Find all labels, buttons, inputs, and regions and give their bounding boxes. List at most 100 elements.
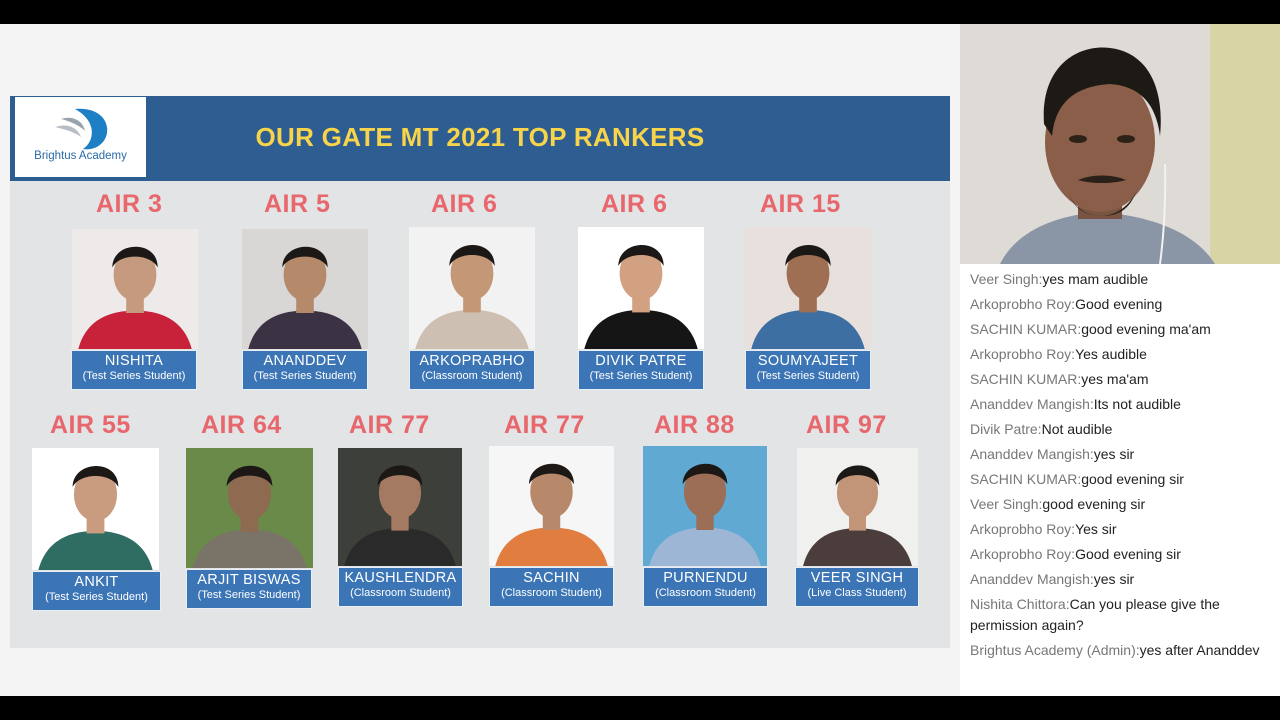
chat-username: Arkoprobho Roy: [970,346,1076,362]
student-photo [338,448,462,566]
chat-username: Brightus Academy (Admin): [970,642,1140,658]
chat-message: Ananddev Mangish:Its not audible [970,394,1270,415]
chat-message: Veer Singh:good evening sir [970,494,1270,515]
student-photo [745,227,871,349]
chat-message-list: Veer Singh:yes mam audible Arkoprobho Roy… [970,269,1270,661]
student-name-plate: SACHIN (Classroom Student) [489,567,614,607]
chat-text: Yes sir [1075,521,1117,537]
student-name-plate: ARJIT BISWAS (Test Series Student) [186,569,312,609]
chat-username: SACHIN KUMAR: [970,471,1082,487]
student-type: (Live Class Student) [807,587,907,599]
student-name: SOUMYAJEET [757,353,859,369]
student-name-plate: ANANDDEV (Test Series Student) [242,350,368,390]
student-name: VEER SINGH [810,570,904,586]
student-name: KAUSHLENDRA [344,570,457,586]
student-name: PURNENDU [663,570,748,586]
air-rank-label: AIR 15 [760,190,841,218]
chat-message: SACHIN KUMAR:good evening ma'am [970,319,1270,340]
student-name: DIVIK PATRE [595,353,687,369]
chat-message: Ananddev Mangish:yes sir [970,444,1270,465]
chat-text: yes after Ananddev [1139,642,1260,658]
presentation-area: Brightus Academy OUR GATE MT 2021 TOP RA… [0,24,960,696]
chat-username: Nishita Chittora: [970,596,1070,612]
logo-text: Brightus Academy [34,150,127,162]
student-name-plate: PURNENDU (Classroom Student) [643,567,768,607]
student-name: ARJIT BISWAS [197,572,301,588]
slide-header: Brightus Academy OUR GATE MT 2021 TOP RA… [10,96,950,181]
chat-text: good evening ma'am [1081,321,1211,337]
chat-text: Not audible [1041,421,1113,437]
student-type: (Test Series Student) [45,591,148,603]
chat-username: Ananddev Mangish: [970,446,1094,462]
chat-username: Ananddev Mangish: [970,396,1094,412]
chat-message: Arkoprobho Roy:Yes sir [970,519,1270,540]
student-name-plate: SOUMYAJEET (Test Series Student) [745,350,871,390]
chat-text: good evening sir [1042,496,1146,512]
chat-message: Divik Patre:Not audible [970,419,1270,440]
chat-text: Good evening [1075,296,1163,312]
student-name: ANKIT [74,574,119,590]
student-photo [578,227,704,349]
air-rank-label: AIR 5 [264,190,331,218]
chat-text: Yes audible [1075,346,1147,362]
student-name-plate: DIVIK PATRE (Test Series Student) [578,350,704,390]
student-type: (Classroom Student) [655,587,756,599]
chat-username: Arkoprobho Roy: [970,546,1076,562]
chat-username: Veer Singh: [970,271,1043,287]
student-type: (Test Series Student) [197,589,301,601]
student-type: (Test Series Student) [82,370,186,382]
chat-text: yes ma'am [1081,371,1149,387]
student-type: (Classroom Student) [421,370,523,382]
webcam-feed [960,24,1280,264]
student-name: NISHITA [104,353,164,369]
student-photo [643,446,767,566]
student-name: ANANDDEV [263,353,347,369]
chat-text: good evening sir [1081,471,1184,487]
chat-text: Its not audible [1093,396,1181,412]
chat-text: yes sir [1093,571,1135,587]
chat-username: Ananddev Mangish: [970,571,1094,587]
air-rank-label: AIR 6 [601,190,668,218]
air-rank-label: AIR 77 [349,411,430,439]
top-letterbox-bar [0,0,1280,24]
student-photo [489,446,614,566]
student-type: (Test Series Student) [756,370,860,382]
chat-username: Arkoprobho Roy: [970,296,1076,312]
chat-username: SACHIN KUMAR: [970,321,1082,337]
chat-message: SACHIN KUMAR:good evening sir [970,469,1270,490]
slide: Brightus Academy OUR GATE MT 2021 TOP RA… [10,96,950,648]
chat-message: Nishita Chittora:Can you please give the… [970,594,1270,636]
slide-title: OUR GATE MT 2021 TOP RANKERS [255,122,705,152]
student-type: (Classroom Student) [501,587,602,599]
chat-text: yes mam audible [1042,271,1149,287]
student-photo [32,448,159,570]
air-rank-label: AIR 77 [504,411,585,439]
air-rank-label: AIR 3 [96,190,163,218]
air-rank-label: AIR 64 [201,411,282,439]
student-name: ARKOPRABHO [419,353,525,369]
student-photo [242,229,368,349]
air-rank-label: AIR 6 [431,190,498,218]
student-photo [72,229,198,349]
academy-logo: Brightus Academy [15,97,146,177]
chat-username: Arkoprobho Roy: [970,521,1076,537]
air-rank-label: AIR 55 [50,411,131,439]
chat-message: SACHIN KUMAR:yes ma'am [970,369,1270,390]
chat-message: Arkoprobho Roy:Good evening [970,294,1270,315]
student-name-plate: VEER SINGH (Live Class Student) [795,567,919,607]
chat-message: Arkoprobho Roy:Yes audible [970,344,1270,365]
student-photo [186,448,313,568]
chat-username: SACHIN KUMAR: [970,371,1082,387]
chat-message: Brightus Academy (Admin):yes after Anand… [970,640,1270,661]
student-name-plate: KAUSHLENDRA (Classroom Student) [338,567,463,607]
air-rank-label: AIR 88 [654,411,735,439]
chat-message: Ananddev Mangish:yes sir [970,569,1270,590]
student-type: (Test Series Student) [253,370,357,382]
logo-swoosh-icon [55,108,108,150]
student-photo [409,227,535,349]
chat-text: Good evening sir [1075,546,1181,562]
student-type: (Classroom Student) [350,587,451,599]
chat-username: Veer Singh: [970,496,1043,512]
student-name-plate: ARKOPRABHO (Classroom Student) [409,350,535,390]
chat-message: Veer Singh:yes mam audible [970,269,1270,290]
